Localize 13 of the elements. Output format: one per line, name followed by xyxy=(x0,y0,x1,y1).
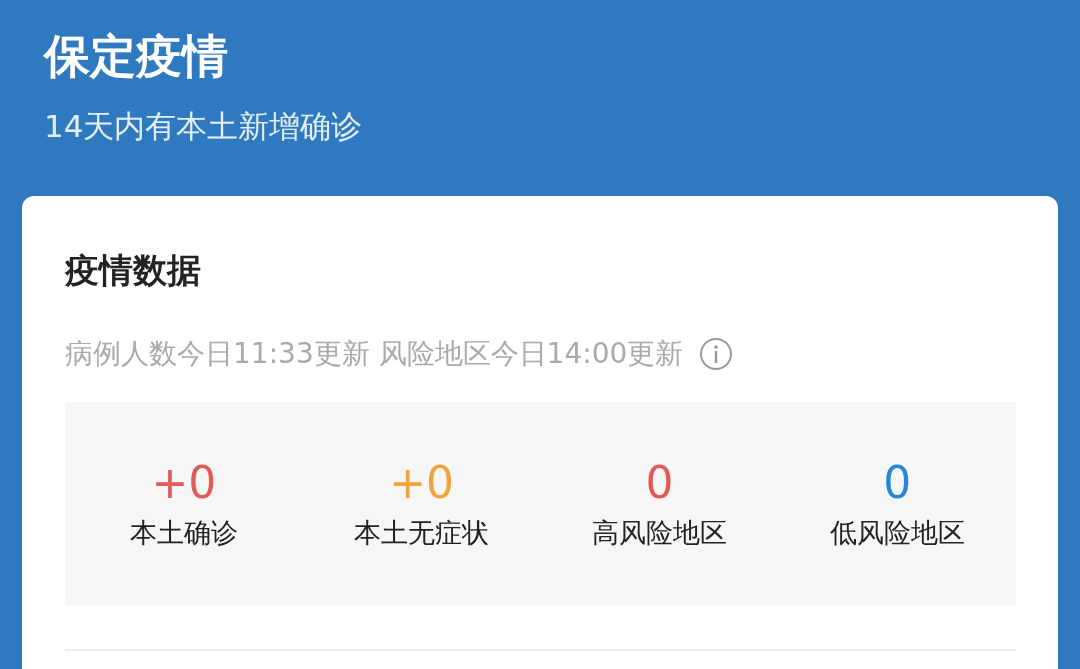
info-icon[interactable] xyxy=(699,337,734,371)
stat-value: 0 xyxy=(883,455,912,510)
stat-label: 高风险地区 xyxy=(591,515,727,550)
stat-label: 低风险地区 xyxy=(829,515,965,550)
stat-label: 本土确诊 xyxy=(129,515,238,550)
page-subtitle: 14天内有本土新增确诊 xyxy=(44,107,363,146)
stat-value: 0 xyxy=(645,455,674,510)
card-title: 疫情数据 xyxy=(65,249,201,292)
stat-value: +0 xyxy=(389,455,455,510)
stat-value: +0 xyxy=(151,455,217,510)
page-title: 保定疫情 xyxy=(44,28,228,85)
stat-label: 本土无症状 xyxy=(354,515,490,550)
update-note: 病例人数今日11:33更新 风险地区今日14:00更新 xyxy=(65,336,684,372)
